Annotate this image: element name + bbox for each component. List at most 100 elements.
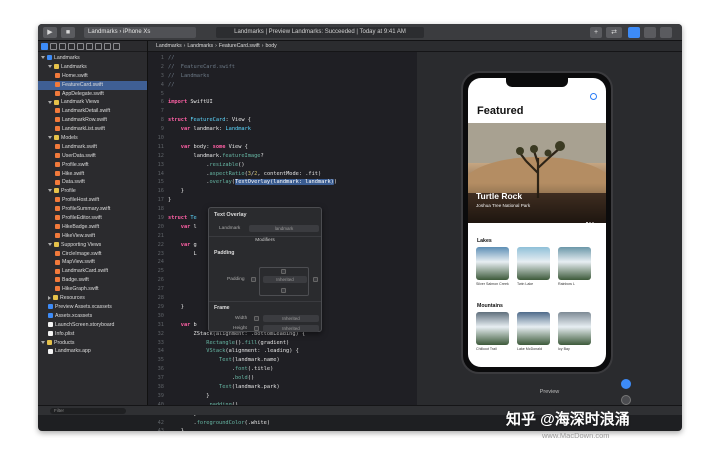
tree-item[interactable]: LandmarkDetail.swift (38, 107, 147, 116)
tree-item[interactable]: Data.swift (38, 178, 147, 187)
code-line[interactable]: 3 // Landmarks (148, 72, 417, 81)
code-line[interactable]: 8 struct FeatureCard: View { (148, 116, 417, 125)
padding-top-checkbox[interactable] (281, 269, 286, 274)
padding-leading-checkbox[interactable] (251, 277, 256, 282)
height-field[interactable]: Inherited (263, 325, 319, 332)
stop-button[interactable]: ■ (61, 27, 75, 38)
code-line[interactable]: 34 VStack(alignment: .leading) { (148, 347, 417, 356)
height-checkbox[interactable] (254, 326, 259, 331)
tree-item[interactable]: Preview Assets.xcassets (38, 303, 147, 312)
disclosure-triangle-icon[interactable] (48, 136, 52, 140)
tree-item[interactable]: Resources (38, 294, 147, 303)
symbol-icon[interactable] (59, 43, 66, 50)
code-line[interactable]: 5 (148, 90, 417, 99)
code-line[interactable]: 35 Text(landmark.name) (148, 356, 417, 365)
tree-item[interactable]: Landmarks (38, 54, 147, 63)
code-line[interactable]: 14 .aspectRatio(3/2, contentMode: .fit) (148, 170, 417, 179)
padding-field[interactable]: Inherited (263, 276, 307, 283)
tree-item[interactable]: HikeView.swift (38, 232, 147, 241)
code-line[interactable]: 9 var landmark: Landmark (148, 125, 417, 134)
scheme-selector[interactable]: Landmarks › iPhone Xs (84, 27, 196, 38)
tree-item[interactable]: HikeGraph.swift (38, 285, 147, 294)
tree-item[interactable]: UserData.swift (38, 152, 147, 161)
toggle-inspector-button[interactable] (660, 27, 672, 38)
breakpoint-icon[interactable] (104, 43, 111, 50)
width-checkbox[interactable] (254, 316, 259, 321)
tree-item[interactable]: LandmarkList.swift (38, 125, 147, 134)
page-indicator[interactable] (586, 211, 595, 223)
code-line[interactable]: 15 .overlay(TextOverlay(landmark: landma… (148, 178, 417, 187)
code-line[interactable]: 38 Text(landmark.park) (148, 383, 417, 392)
code-line[interactable]: 7 (148, 107, 417, 116)
tree-item[interactable]: Info.plist (38, 330, 147, 339)
disclosure-triangle-icon[interactable] (48, 295, 51, 300)
tree-item[interactable]: FeatureCard.swift (38, 80, 147, 90)
library-button[interactable]: + (590, 27, 602, 38)
code-line[interactable]: 37 .bold() (148, 374, 417, 383)
code-line[interactable]: 4 // (148, 81, 417, 90)
landmark-thumbnail[interactable] (558, 312, 591, 345)
code-line[interactable]: 39 } (148, 392, 417, 401)
source-control-icon[interactable] (50, 43, 57, 50)
tree-item[interactable]: Landmarks.app (38, 347, 147, 356)
debug-icon[interactable] (95, 43, 102, 50)
filter-input[interactable]: Filter (50, 408, 126, 414)
tree-item[interactable]: ProfileHost.swift (38, 196, 147, 205)
disclosure-triangle-icon[interactable] (41, 56, 45, 60)
code-line[interactable]: 2 // FeatureCard.swift (148, 63, 417, 72)
code-review-button[interactable]: ⇄ (606, 27, 622, 38)
breadcrumb-item[interactable]: body (266, 43, 277, 49)
tree-item[interactable]: LaunchScreen.storyboard (38, 321, 147, 330)
breadcrumb-item[interactable]: FeatureCard.swift (219, 43, 260, 49)
tree-item[interactable]: Profile (38, 187, 147, 196)
landmark-field[interactable]: landmark (249, 225, 319, 232)
disclosure-triangle-icon[interactable] (41, 340, 45, 344)
code-line[interactable]: 12 landmark.featureImage? (148, 152, 417, 161)
tree-item[interactable]: Badge.swift (38, 276, 147, 285)
landmark-thumbnail[interactable] (476, 312, 509, 345)
run-button[interactable]: ▶ (43, 27, 57, 38)
report-icon[interactable] (113, 43, 120, 50)
code-line[interactable]: 16 } (148, 187, 417, 196)
code-line[interactable]: 42 .foregroundColor(.white) (148, 419, 417, 428)
code-line[interactable]: 13 .resizable() (148, 161, 417, 170)
padding-bottom-checkbox[interactable] (281, 288, 286, 293)
tree-item[interactable]: ProfileSummary.swift (38, 205, 147, 214)
width-field[interactable]: Inherited (263, 315, 319, 322)
landmark-thumbnail[interactable] (517, 312, 550, 345)
code-line[interactable]: 17} (148, 196, 417, 205)
breadcrumb-item[interactable]: Landmarks (187, 43, 213, 49)
tree-item[interactable]: LandmarkRow.swift (38, 116, 147, 125)
breadcrumb-item[interactable]: Landmarks (156, 43, 182, 49)
disclosure-triangle-icon[interactable] (48, 189, 52, 193)
find-icon[interactable] (68, 43, 75, 50)
code-line[interactable]: 43 } (148, 427, 417, 431)
disclosure-triangle-icon[interactable] (48, 100, 52, 104)
landmark-thumbnail[interactable] (476, 247, 509, 280)
tree-item[interactable]: Landmark.swift (38, 143, 147, 152)
folder-icon[interactable] (41, 43, 48, 50)
tree-item[interactable]: AppDelegate.swift (38, 90, 147, 99)
padding-trailing-checkbox[interactable] (313, 277, 318, 282)
issue-icon[interactable] (77, 43, 84, 50)
test-icon[interactable] (86, 43, 93, 50)
tree-item[interactable]: Products (38, 339, 147, 348)
code-line[interactable]: 33 Rectangle().fill(gradient) (148, 339, 417, 348)
code-line[interactable]: 6 import SwiftUI (148, 98, 417, 107)
tree-item[interactable]: Assets.xcassets (38, 312, 147, 321)
tree-item[interactable]: Models (38, 134, 147, 143)
landmark-thumbnail[interactable] (517, 247, 550, 280)
tree-item[interactable]: Landmarks (38, 63, 147, 72)
profile-icon[interactable] (590, 93, 597, 100)
code-line[interactable]: 36 .font(.title) (148, 365, 417, 374)
code-line[interactable]: 1 // (148, 54, 417, 63)
tree-item[interactable]: MapView.swift (38, 258, 147, 267)
tree-item[interactable]: Supporting Views (38, 241, 147, 250)
toggle-debug-button[interactable] (644, 27, 656, 38)
disclosure-triangle-icon[interactable] (48, 242, 52, 246)
tree-item[interactable]: Hike.swift (38, 170, 147, 179)
live-preview-button[interactable] (621, 379, 631, 389)
code-line[interactable]: 11 var body: some View { (148, 143, 417, 152)
toggle-navigator-button[interactable] (628, 27, 640, 38)
code-line[interactable]: 10 (148, 134, 417, 143)
